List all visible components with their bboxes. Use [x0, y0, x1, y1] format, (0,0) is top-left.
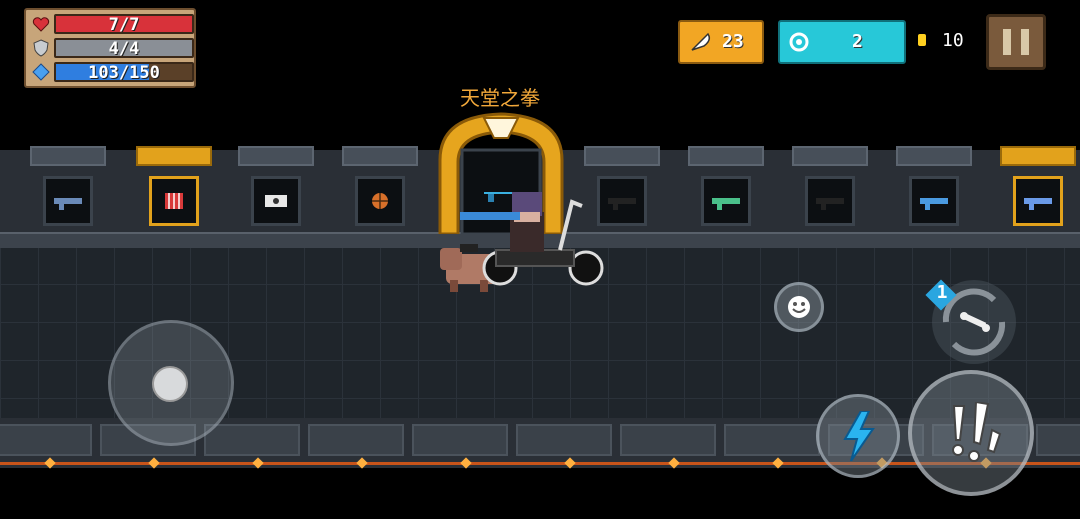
shelf-pillar — [688, 146, 764, 166]
wall-block — [1036, 424, 1080, 456]
smiley-icon — [788, 296, 810, 318]
featured-weapon-name: 天堂之拳 — [460, 86, 540, 110]
weapon-slot[interactable] — [1013, 176, 1063, 226]
swap-count-text: 1 — [936, 282, 948, 303]
player-character — [440, 192, 604, 292]
attack-exclaim-icon — [952, 402, 1002, 462]
weapon-slot[interactable] — [251, 176, 301, 226]
staff-weapon-icon — [54, 198, 82, 210]
energy-diamond-icon — [32, 63, 50, 81]
green-rifle-icon — [712, 198, 740, 210]
armor-row: 4/4 — [32, 38, 194, 58]
health-text: 7/7 — [108, 15, 140, 34]
shelf-pillar — [584, 146, 660, 166]
health-bar: 7/7 — [54, 14, 194, 34]
energy-crystal-counter: 2 — [778, 20, 906, 64]
shelf-pillar — [136, 146, 212, 166]
laser-pistol-icon — [920, 198, 948, 210]
emote-button[interactable] — [774, 282, 824, 332]
weapon-slot[interactable] — [355, 176, 405, 226]
wall-block — [412, 424, 508, 456]
coin-icon — [918, 34, 926, 46]
shelf-pillar — [1000, 146, 1076, 166]
crossbow-weapon-icon — [1024, 198, 1052, 210]
feather-gem-icon — [691, 32, 711, 51]
pause-button[interactable] — [986, 14, 1046, 70]
wall-block — [724, 424, 820, 456]
silhouette-gun-icon — [608, 198, 636, 210]
armor-text: 4/4 — [108, 39, 140, 58]
weapon-slot[interactable] — [805, 176, 855, 226]
shelf-pillar — [792, 146, 868, 166]
dice-weapon-icon — [265, 195, 287, 207]
heart-icon — [32, 17, 50, 32]
armor-bar: 4/4 — [54, 38, 194, 58]
silhouette-cannon-icon — [816, 198, 844, 210]
shelf-pillar — [238, 146, 314, 166]
shield-icon — [33, 39, 49, 57]
shelf-pillar — [896, 146, 972, 166]
bone-icon — [960, 312, 990, 332]
energy-crystal-count: 2 — [852, 31, 863, 52]
wall-block — [620, 424, 716, 456]
gem-count: 23 — [722, 31, 744, 52]
gem-counter: 23 — [678, 20, 764, 64]
shelf-pillar — [342, 146, 418, 166]
wall-block — [204, 424, 300, 456]
basketball-weapon-icon — [372, 193, 388, 209]
joystick-knob[interactable] — [152, 366, 188, 402]
stats-panel: 7/7 4/4 103/150 — [24, 8, 196, 88]
lightning-icon — [843, 411, 875, 461]
coin-count: 10 — [942, 30, 964, 51]
dynamite-weapon-icon — [165, 193, 183, 209]
wall-block — [308, 424, 404, 456]
weapon-slot[interactable] — [149, 176, 199, 226]
energy-text: 103/150 — [88, 63, 160, 82]
pause-icon — [1003, 29, 1011, 55]
energy-bar: 103/150 — [54, 62, 194, 82]
crystal-ring-icon — [789, 32, 809, 52]
skill-button[interactable] — [816, 394, 900, 478]
weapon-slot[interactable] — [909, 176, 959, 226]
wall-block — [0, 424, 92, 456]
energy-row: 103/150 — [32, 62, 194, 82]
weapon-slot[interactable] — [43, 176, 93, 226]
weapon-slot[interactable] — [701, 176, 751, 226]
shelf-pillar — [30, 146, 106, 166]
wall-block — [516, 424, 612, 456]
health-row: 7/7 — [32, 14, 194, 34]
attack-button[interactable] — [908, 370, 1034, 496]
